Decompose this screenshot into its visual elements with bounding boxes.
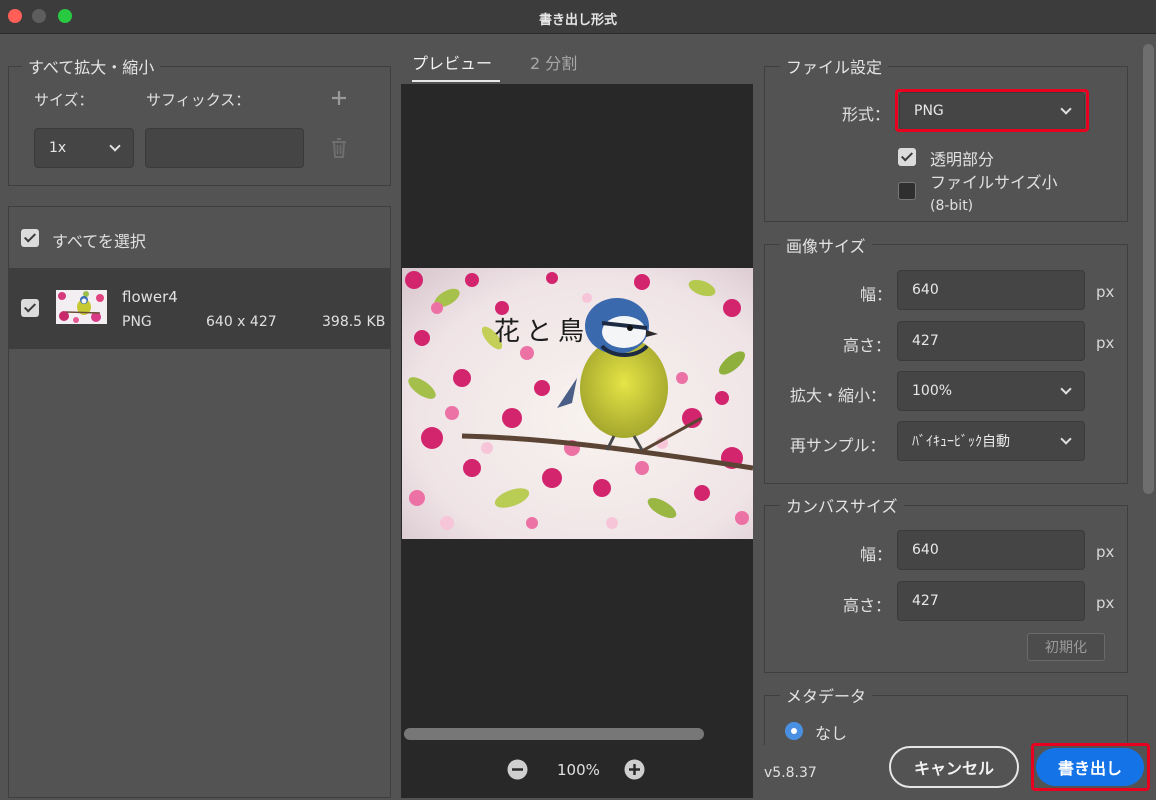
resample-label: 再サンプル： [790,436,886,455]
zoom-level: 100% [557,761,600,779]
chevron-down-icon [109,140,121,152]
resample-select[interactable]: ﾊﾞｲｷｭｰﾋﾞｯｸ自動 [897,421,1085,461]
trash-icon[interactable] [329,136,349,160]
asset-dimensions: 640 x 427 [206,314,277,330]
scale-all-legend: すべて拡大・縮小 [22,54,161,78]
size-select[interactable]: 1x [34,128,134,168]
canvas-height-input[interactable]: 427 [897,581,1085,621]
transparency-label[interactable]: 透明部分 [930,146,994,170]
format-highlight [895,89,1089,132]
scale-label: 拡大・縮小： [790,386,887,405]
reset-canvas-button[interactable]: 初期化 [1027,633,1105,661]
image-height-label: 高さ： [843,336,892,355]
preview-image-caption: 花と鳥 [494,317,590,347]
cancel-button[interactable]: キャンセル [889,746,1019,788]
format-label: 形式： [842,105,891,124]
asset-row[interactable]: flower4 PNG 640 x 427 398.5 KB [8,268,390,349]
suffix-input[interactable] [145,128,304,168]
tab-preview[interactable]: プレビュー [412,50,492,74]
select-all-checkbox[interactable] [21,229,39,247]
chevron-down-icon [1060,433,1072,445]
asset-thumbnail [56,290,107,324]
smaller-file-checkbox[interactable] [898,182,916,200]
image-height-unit: px [1096,334,1115,352]
active-tab-indicator [412,80,500,82]
add-scale-icon[interactable] [330,89,348,107]
zoom-in-icon[interactable] [624,759,645,780]
metadata-legend: メタデータ [780,683,873,707]
metadata-none-radio[interactable] [785,722,803,740]
resample-select-value: ﾊﾞｲｷｭｰﾋﾞｯｸ自動 [912,434,1010,450]
suffix-label: サフィックス： [146,91,251,109]
canvas-height-unit: px [1096,594,1115,612]
tab-2-up[interactable]: 2 分割 [530,50,577,74]
smaller-file-sub-label: (8-bit) [930,198,974,214]
title-bar: 書き出し形式 [0,0,1156,34]
asset-file-size: 398.5 KB [322,314,386,330]
canvas-width-label: 幅： [860,545,893,564]
chevron-down-icon [1060,383,1072,395]
asset-format: PNG [122,314,152,330]
scale-all-group [8,66,391,186]
canvas-size-legend: カンバスサイズ [780,493,904,517]
asset-checkbox[interactable] [21,299,39,317]
smaller-file-label[interactable]: ファイルサイズ小 [930,169,1058,193]
version-label: v5.8.37 [764,765,817,781]
image-width-label: 幅： [860,285,893,304]
size-select-value: 1x [49,140,67,156]
image-width-unit: px [1096,283,1115,301]
scale-select-value: 100% [912,383,953,399]
zoom-out-icon[interactable] [507,759,528,780]
export-highlight [1031,743,1150,791]
transparency-checkbox[interactable] [898,148,916,166]
preview-image: 花と鳥 [402,268,753,539]
file-settings-legend: ファイル設定 [780,54,889,78]
size-label: サイズ： [34,91,94,109]
metadata-none-label[interactable]: なし [815,720,847,744]
settings-scrollbar[interactable] [1143,44,1154,494]
image-width-input[interactable]: 640 [897,270,1085,310]
scale-select[interactable]: 100% [897,371,1085,411]
preview-horizontal-scrollbar[interactable] [404,728,704,740]
image-height-input[interactable]: 427 [897,321,1085,361]
window-title: 書き出し形式 [538,13,617,28]
canvas-width-input[interactable]: 640 [897,530,1085,570]
canvas-width-unit: px [1096,543,1115,561]
canvas-height-label: 高さ： [843,596,892,615]
select-all-label[interactable]: すべてを選択 [52,228,146,252]
image-size-legend: 画像サイズ [780,233,872,257]
asset-name: flower4 [122,288,178,306]
